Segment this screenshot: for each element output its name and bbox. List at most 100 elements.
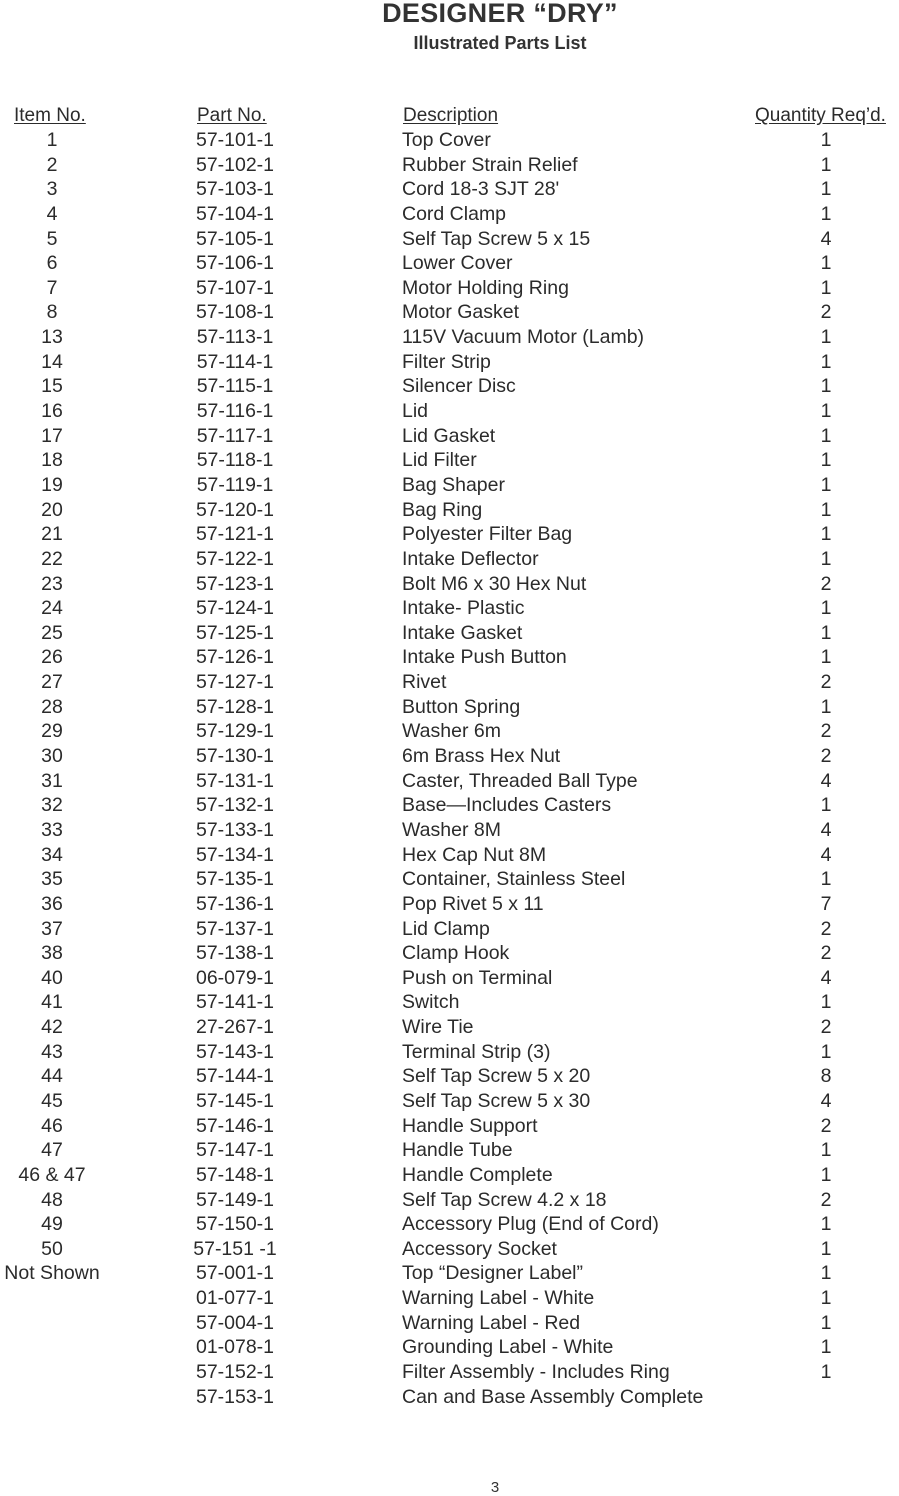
- item-number: 45: [41, 1089, 63, 1112]
- table-row: 43 57-143-1 Terminal Strip (3) 1: [0, 1040, 899, 1065]
- item-number: 26: [41, 646, 63, 669]
- quantity: 1: [820, 1336, 832, 1359]
- part-number: 57-106-1: [195, 252, 275, 275]
- quantity: 2: [820, 942, 832, 965]
- quantity: 1: [820, 523, 832, 546]
- part-description: 6m Brass Hex Nut: [402, 745, 561, 768]
- item-number: 42: [41, 1016, 63, 1039]
- part-description: Can and Base Assembly Complete: [402, 1385, 704, 1408]
- table-row: 33 57-133-1 Washer 8M 4: [0, 818, 899, 843]
- quantity: 1: [820, 1213, 832, 1236]
- part-number: 57-145-1: [195, 1089, 275, 1112]
- part-description: Lid Gasket: [402, 424, 496, 447]
- item-number: 20: [41, 498, 63, 521]
- table-row: 46 & 47 57-148-1 Handle Complete 1: [0, 1163, 899, 1188]
- part-description: Warning Label - White: [402, 1287, 595, 1310]
- table-row: 50 57-151 -1 Accessory Socket 1: [0, 1237, 899, 1262]
- part-number: 57-150-1: [195, 1213, 275, 1236]
- part-description: Warning Label - Red: [402, 1311, 581, 1334]
- item-number: 33: [41, 818, 63, 841]
- part-number: 57-107-1: [195, 276, 275, 299]
- part-description: Caster, Threaded Ball Type: [402, 769, 638, 792]
- part-number: 57-117-1: [196, 424, 274, 447]
- quantity: 1: [820, 1311, 832, 1334]
- part-number: 57-135-1: [195, 868, 275, 891]
- part-number: 57-147-1: [195, 1139, 275, 1162]
- part-number: 57-130-1: [195, 745, 275, 768]
- item-number: 46: [41, 1114, 63, 1137]
- quantity: 1: [820, 375, 832, 398]
- quantity: 1: [820, 449, 832, 472]
- item-number: 37: [41, 917, 63, 940]
- table-row: 3 57-103-1 Cord 18-3 SJT 28' 1: [0, 177, 899, 202]
- table-row: 27 57-127-1 Rivet 2: [0, 670, 899, 695]
- table-row: 01-077-1 Warning Label - White 1: [0, 1286, 899, 1311]
- item-number: 22: [41, 547, 63, 570]
- quantity: 2: [820, 671, 832, 694]
- part-number: 57-001-1: [195, 1262, 275, 1285]
- part-number: 57-137-1: [195, 917, 275, 940]
- quantity: 1: [820, 1163, 832, 1186]
- header-item-no: Item No.: [14, 105, 86, 126]
- table-row: 38 57-138-1 Clamp Hook 2: [0, 941, 899, 966]
- item-number: 44: [41, 1065, 63, 1088]
- item-number: 6: [46, 252, 58, 275]
- quantity: 4: [820, 227, 832, 250]
- table-row: 29 57-129-1 Washer 6m 2: [0, 719, 899, 744]
- part-number: 57-114-1: [196, 350, 274, 373]
- table-row: 42 27-267-1 Wire Tie 2: [0, 1015, 899, 1040]
- table-row: 41 57-141-1 Switch 1: [0, 990, 899, 1015]
- part-description: Silencer Disc: [402, 375, 516, 398]
- part-number: 57-122-1: [195, 547, 275, 570]
- table-row: 26 57-126-1 Intake Push Button 1: [0, 645, 899, 670]
- table-row: 57-152-1 Filter Assembly - Includes Ring 1: [0, 1360, 899, 1385]
- item-number: 35: [41, 868, 63, 891]
- part-description: Accessory Socket: [402, 1237, 557, 1260]
- quantity: 1: [820, 1361, 832, 1384]
- part-number: 57-116-1: [196, 400, 274, 423]
- item-number: Not Shown: [4, 1262, 100, 1285]
- quantity: 2: [820, 1188, 832, 1211]
- table-row: 40 06-079-1 Push on Terminal 4: [0, 966, 899, 991]
- part-description: Washer 6m: [402, 720, 501, 743]
- part-number: 57-144-1: [195, 1065, 275, 1088]
- part-number: 57-128-1: [195, 695, 275, 718]
- part-description: Clamp Hook: [402, 942, 510, 965]
- item-number: 17: [41, 424, 63, 447]
- item-number: 40: [41, 966, 63, 989]
- quantity: 1: [820, 1287, 832, 1310]
- table-row: 49 57-150-1 Accessory Plug (End of Cord) 1: [0, 1212, 899, 1237]
- quantity: 7: [820, 892, 832, 915]
- part-number: 06-079-1: [195, 966, 275, 989]
- part-description: Base—Includes Casters: [402, 794, 612, 817]
- page-number: 3: [490, 1479, 500, 1496]
- part-number: 01-077-1: [195, 1287, 275, 1310]
- table-row: 48 57-149-1 Self Tap Screw 4.2 x 18 2: [0, 1188, 899, 1213]
- part-number: 57-113-1: [196, 326, 274, 349]
- quantity: 1: [820, 695, 832, 718]
- item-number: 30: [41, 745, 63, 768]
- part-description: Bag Shaper: [402, 473, 505, 496]
- table-row: 18 57-118-1 Lid Filter 1: [0, 448, 899, 473]
- quantity: 4: [820, 966, 832, 989]
- table-row: 45 57-145-1 Self Tap Screw 5 x 30 4: [0, 1089, 899, 1114]
- part-description: Self Tap Screw 5 x 30: [402, 1089, 591, 1112]
- item-number: 21: [41, 523, 63, 546]
- quantity: 1: [820, 473, 832, 496]
- part-number: 57-143-1: [195, 1040, 275, 1063]
- part-description: Lid: [402, 400, 429, 423]
- item-number: 4: [46, 202, 58, 225]
- table-row: 22 57-122-1 Intake Deflector 1: [0, 547, 899, 572]
- table-row: 17 57-117-1 Lid Gasket 1: [0, 424, 899, 449]
- quantity: 1: [820, 129, 832, 151]
- part-number: 57-102-1: [195, 153, 275, 176]
- table-row: 47 57-147-1 Handle Tube 1: [0, 1138, 899, 1163]
- part-number: 57-103-1: [195, 178, 275, 201]
- part-description: Handle Tube: [402, 1139, 513, 1162]
- table-row: 30 57-130-1 6m Brass Hex Nut 2: [0, 744, 899, 769]
- part-description: Bag Ring: [402, 498, 483, 521]
- document-title: DESIGNER “DRY”: [382, 0, 618, 28]
- item-number: 47: [41, 1139, 63, 1162]
- part-number: 57-138-1: [195, 942, 275, 965]
- item-number: 36: [41, 892, 63, 915]
